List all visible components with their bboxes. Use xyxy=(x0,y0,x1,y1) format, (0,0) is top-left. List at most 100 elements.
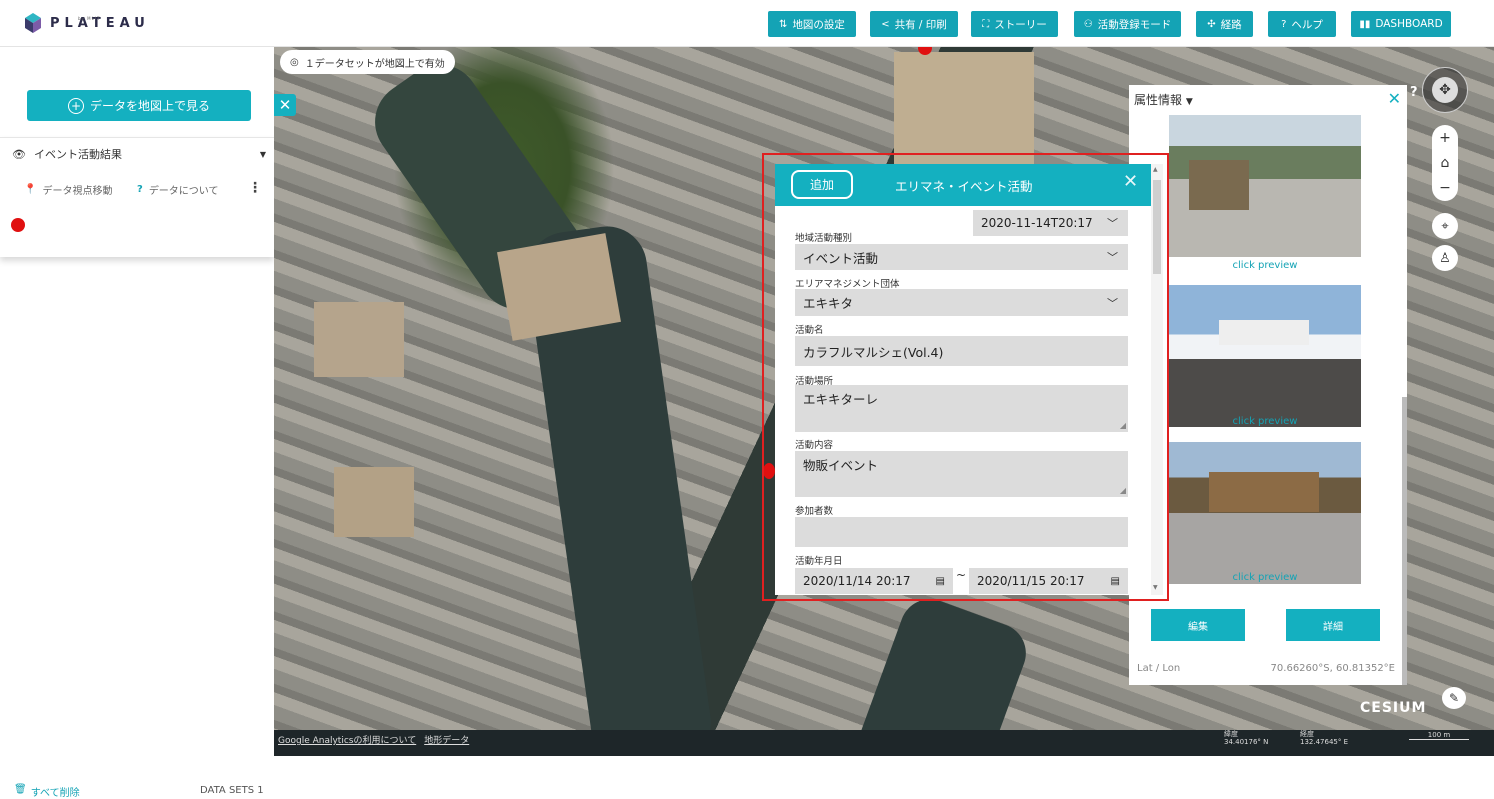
logo-subtitle: by MLIT xyxy=(78,16,101,21)
scroll-down-icon[interactable]: ▼ xyxy=(1153,584,1158,591)
broadcast-icon: ◎ xyxy=(290,56,299,68)
org-select[interactable]: エキキタ ﹀ xyxy=(795,289,1128,316)
place-value: エキキターレ xyxy=(803,392,879,407)
about-data-link[interactable]: ? データについて xyxy=(137,182,219,197)
latitude-value: 34.40176° N xyxy=(1224,738,1269,746)
story-button[interactable]: ⛶ ストーリー xyxy=(971,11,1058,37)
activity-name-input[interactable]: カラフルマルシェ(Vol.4) xyxy=(795,336,1128,366)
delete-all-label: すべて削除 xyxy=(30,788,80,799)
click-preview-link[interactable]: click preview xyxy=(1169,260,1361,271)
view-data-on-map-button[interactable]: + データを地図上で見る xyxy=(27,90,251,121)
form-scrollbar[interactable]: ▲ ▼ xyxy=(1151,164,1163,595)
close-icon: ✕ xyxy=(278,96,292,114)
plateau-cube-icon xyxy=(25,13,41,33)
zoom-to-data-link[interactable]: 📍 データ視点移動 xyxy=(24,182,112,197)
help-button[interactable]: ? ヘルプ xyxy=(1268,11,1336,37)
date-to-input[interactable]: 2020/11/15 20:17 ▤ xyxy=(969,568,1128,594)
category-value: イベント活動 xyxy=(803,250,879,266)
feedback-icon[interactable]: ✎ xyxy=(1442,687,1466,709)
more-options-icon[interactable]: ⋮ xyxy=(248,180,262,196)
map-settings-button[interactable]: ⇅ 地図の設定 xyxy=(768,11,856,37)
home-icon[interactable]: ⌂ xyxy=(1441,155,1450,171)
map-settings-label: 地図の設定 xyxy=(792,18,845,31)
resize-grip-icon[interactable]: ◢ xyxy=(1120,421,1126,430)
collapse-panel-button[interactable]: ✕ xyxy=(274,94,296,116)
dataset-notice-text: １データセットが地図上で有効 xyxy=(304,58,445,70)
click-preview-link[interactable]: click preview xyxy=(1169,572,1361,583)
event-photo[interactable] xyxy=(1169,285,1361,427)
zoom-in-icon[interactable]: + xyxy=(1439,130,1451,146)
calendar-icon[interactable]: ▤ xyxy=(1111,576,1120,587)
attribute-scrollbar[interactable] xyxy=(1402,397,1407,685)
latitude-readout: 緯度 34.40176° N xyxy=(1224,730,1268,746)
date-from-input[interactable]: 2020/11/14 20:17 ▤ xyxy=(795,568,953,594)
delete-all-button[interactable]: 🗑 すべて削除 xyxy=(14,784,80,799)
zoom-controls: + ⌂ − xyxy=(1432,125,1458,201)
route-button[interactable]: ✣ 経路 xyxy=(1196,11,1253,37)
datasets-count: DATA SETS 1 xyxy=(200,785,264,796)
chevron-down-icon: ﹀ xyxy=(1107,296,1118,310)
dropdown-caret-icon: ▼ xyxy=(1185,97,1193,107)
event-photo[interactable] xyxy=(1169,442,1361,584)
route-label: 経路 xyxy=(1220,18,1242,31)
dataset-header[interactable]: 👁 イベント活動結果 xyxy=(12,146,122,162)
category-select[interactable]: イベント活動 ﹀ xyxy=(795,244,1128,270)
event-photo[interactable] xyxy=(1169,115,1361,257)
form-close-icon[interactable]: ✕ xyxy=(1123,171,1138,192)
chevron-down-icon: ﹀ xyxy=(1107,251,1118,264)
form-title: エリマネ・イベント活動 xyxy=(895,179,1033,194)
datetime-value: 2020-11-14T20:17 xyxy=(981,216,1093,230)
click-preview-link[interactable]: click preview xyxy=(1169,416,1361,427)
terrain-link[interactable]: 地形データ xyxy=(424,733,469,746)
map-field xyxy=(314,302,404,377)
scale-bar: 100 m xyxy=(1409,731,1469,740)
org-value: エキキタ xyxy=(803,296,854,311)
cesium-logo: CESIUM xyxy=(1360,700,1427,716)
view-data-label: データを地図上で見る xyxy=(89,99,210,113)
help-question-icon[interactable]: ? xyxy=(1410,85,1418,100)
attribute-panel-title[interactable]: 属性情報 ▼ xyxy=(1134,91,1193,108)
scroll-up-icon[interactable]: ▲ xyxy=(1153,166,1158,173)
book-icon: ▮▮ xyxy=(1359,18,1371,30)
detail-button[interactable]: 詳細 xyxy=(1286,609,1380,641)
person-icon: ♙ xyxy=(1439,250,1451,266)
close-attribute-panel-icon[interactable]: ✕ xyxy=(1388,89,1401,108)
analytics-link[interactable]: Google Analyticsの利用について xyxy=(278,733,416,746)
help-icon: ? xyxy=(1281,18,1287,30)
latitude-label: 緯度 xyxy=(1224,730,1238,738)
workbench-panel: + データを地図上で見る 👁 イベント活動結果 ▼ 📍 データ視点移動 ? デー… xyxy=(0,47,274,799)
activity-register-mode-button[interactable]: ⚇ 活動登録モード xyxy=(1074,11,1181,37)
compass-control[interactable]: ✥ xyxy=(1422,67,1468,113)
resize-grip-icon[interactable]: ◢ xyxy=(1120,486,1126,495)
crosshair-icon: ⌖ xyxy=(1441,218,1449,234)
latlon-value: 70.66260°S, 60.81352°E xyxy=(1270,663,1395,674)
share-print-button[interactable]: < 共有 / 印刷 xyxy=(870,11,958,37)
pedestrian-mode-button[interactable]: ♙ xyxy=(1432,245,1458,271)
help-label: ヘルプ xyxy=(1291,18,1323,31)
content-textarea[interactable]: 物販イベント ◢ xyxy=(795,451,1128,497)
share-print-label: 共有 / 印刷 xyxy=(894,18,947,31)
place-textarea[interactable]: エキキターレ ◢ xyxy=(795,385,1128,432)
attribute-panel: 属性情報 ▼ ✕ click preview click preview cli… xyxy=(1129,85,1407,685)
zoom-out-icon[interactable]: − xyxy=(1439,180,1451,196)
date-from-value: 2020/11/14 20:17 xyxy=(803,574,911,588)
participants-input[interactable] xyxy=(795,517,1128,547)
pan-icon: ✥ xyxy=(1432,77,1458,103)
eye-icon[interactable]: 👁 xyxy=(12,148,26,161)
plus-circle-icon: + xyxy=(67,97,84,114)
app-header: PLATEAU by MLIT ⇅ 地図の設定 < 共有 / 印刷 ⛶ ストーリ… xyxy=(0,0,1494,47)
zoom-to-data-label: データ視点移動 xyxy=(42,186,113,197)
my-location-button[interactable]: ⌖ xyxy=(1432,213,1458,239)
dataset-caret-icon[interactable]: ▼ xyxy=(260,150,266,159)
add-button[interactable]: 追加 xyxy=(791,170,853,199)
activity-form: 追加 エリマネ・イベント活動 ✕ 2020-11-14T20:17 ﹀ 地域活動… xyxy=(775,164,1163,595)
edit-button[interactable]: 編集 xyxy=(1151,609,1245,641)
route-icon: ✣ xyxy=(1207,18,1216,30)
datetime-select[interactable]: 2020-11-14T20:17 ﹀ xyxy=(973,210,1128,236)
legend-marker-dot xyxy=(11,218,25,232)
dashboard-button[interactable]: ▮▮ DASHBOARD xyxy=(1351,11,1451,37)
calendar-icon[interactable]: ▤ xyxy=(936,576,945,587)
scrollbar-thumb[interactable] xyxy=(1153,180,1161,274)
form-header: 追加 エリマネ・イベント活動 ✕ xyxy=(775,164,1151,206)
chevron-down-icon: ﹀ xyxy=(1107,217,1118,230)
